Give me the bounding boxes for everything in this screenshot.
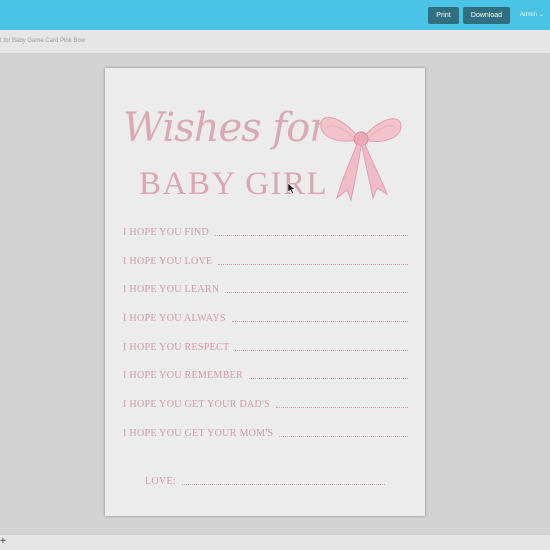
print-button[interactable]: Print [428,7,459,24]
wish-line-1: I HOPE YOU FIND [123,224,408,238]
title-main: BABY GIRL [139,166,329,202]
dotted-line [279,436,408,437]
pink-bow-icon [320,116,402,202]
title-script: Wishes for [123,105,328,151]
download-button[interactable]: Download [463,7,510,24]
bottom-bar: + [0,534,550,550]
dotted-line [218,264,408,265]
love-label: LOVE: [145,476,176,487]
wish-line-6: I HOPE YOU REMEMBER [123,367,408,381]
dotted-line [215,235,408,236]
wish-line-3: I HOPE YOU LEARN [123,281,408,295]
dotted-line [235,350,408,351]
wish-label: I HOPE YOU GET YOUR MOM'S [123,428,274,439]
wish-line-2: I HOPE YOU LOVE [123,253,408,267]
game-card: Wishes for BABY GIRL I HOPE YOU FIND I H… [105,68,425,516]
top-toolbar: Print Download Admin ⌄ [0,0,550,30]
dotted-line [225,292,408,293]
love-line: LOVE: [145,473,385,487]
dotted-line [231,321,408,322]
wish-label: I HOPE YOU FIND [123,227,210,238]
wish-line-5: I HOPE YOU RESPECT [123,339,408,353]
admin-label: Admin [520,12,538,18]
dotted-line [249,378,408,379]
mouse-pointer-icon [288,183,296,194]
wish-label: I HOPE YOU LEARN [123,284,220,295]
wish-line-8: I HOPE YOU GET YOUR MOM'S [123,425,408,439]
wish-line-4: I HOPE YOU ALWAYS [123,310,408,324]
wish-label: I HOPE YOU REMEMBER [123,370,244,381]
dotted-line [276,407,408,408]
breadcrumb-bar: t for Baby Game Card Pink Bow [0,30,550,54]
chevron-down-icon: ⌄ [539,12,545,18]
wish-label: I HOPE YOU LOVE [123,256,213,267]
wish-label: I HOPE YOU RESPECT [123,342,230,353]
wish-line-7: I HOPE YOU GET YOUR DAD'S [123,396,408,410]
wish-label: I HOPE YOU GET YOUR DAD'S [123,399,270,410]
add-button[interactable]: + [0,535,6,549]
admin-menu[interactable]: Admin ⌄ [520,11,544,18]
breadcrumb: t for Baby Game Card Pink Bow [0,38,86,44]
dotted-line [181,484,385,485]
wish-label: I HOPE YOU ALWAYS [123,313,226,324]
